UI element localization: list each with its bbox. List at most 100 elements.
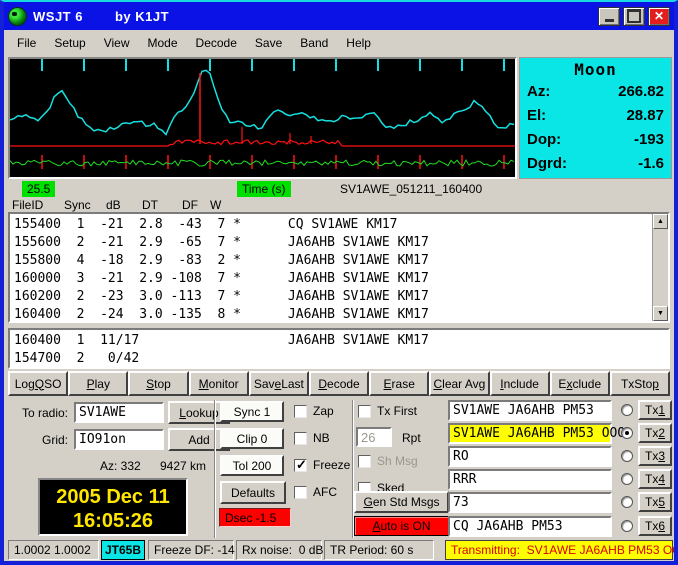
erase-button[interactable]: Erase: [369, 371, 430, 396]
decode-row: 155600 2 -21 2.9 -65 7 * JA6AHB SV1AWE K…: [14, 235, 429, 250]
sh-msg-checkbox[interactable]: Sh Msg: [358, 454, 418, 468]
decode-button[interactable]: Decode: [308, 371, 370, 396]
tx6-radio[interactable]: [621, 520, 633, 532]
checkbox-box[interactable]: [294, 485, 307, 499]
menu-view[interactable]: View: [95, 33, 139, 53]
moon-az-value: 266.82: [618, 83, 664, 100]
tx2-radio[interactable]: [621, 427, 633, 439]
to-radio-input[interactable]: SV1AWE: [74, 402, 164, 423]
moon-dop-value: -193: [633, 131, 664, 148]
stop-button[interactable]: Stop: [128, 371, 189, 396]
log-qso-button[interactable]: Log Q SO: [8, 371, 69, 396]
tx2-button[interactable]: Tx 2: [638, 423, 672, 443]
decode-row: 160400 2 -24 3.0 -135 8 * JA6AHB SV1AWE …: [14, 307, 429, 322]
tol-button[interactable]: Tol 200: [220, 455, 284, 476]
sync-button[interactable]: Sync 1: [220, 401, 284, 422]
tx4-button[interactable]: Tx 4: [638, 469, 672, 489]
auto-button[interactable]: Auto is ON: [354, 516, 449, 536]
freeze-label: Freeze: [313, 458, 351, 472]
tx6-message-input[interactable]: CQ JA6AHB PM53: [448, 516, 612, 537]
distance-value: 9427 km: [160, 459, 207, 473]
monitor-button[interactable]: Monitor: [188, 371, 249, 396]
tx-first-label: Tx First: [377, 404, 417, 418]
minimize-button[interactable]: [598, 6, 620, 26]
tx5-message-input[interactable]: 73: [448, 492, 612, 513]
scroll-down-icon[interactable]: ▼: [653, 306, 668, 321]
zap-checkbox[interactable]: Zap: [294, 404, 334, 418]
clear-avg-button[interactable]: Clear Avg: [429, 371, 490, 396]
tx3-button[interactable]: Tx 3: [638, 446, 672, 466]
txstop-button[interactable]: TxSto p: [609, 371, 671, 396]
nb-label: NB: [313, 431, 330, 445]
defaults-button[interactable]: Defaults: [220, 481, 286, 504]
globe-icon[interactable]: [8, 6, 27, 26]
tx1-message-input[interactable]: SV1AWE JA6AHB PM53: [448, 400, 612, 421]
checkbox-box[interactable]: [294, 431, 307, 445]
gen-std-msgs-button[interactable]: Gen Std Msgs: [354, 491, 449, 513]
spectrum-display[interactable]: [8, 57, 517, 179]
wsjt-window: WSJT 6 by K1JT File Setup View Mode Deco…: [0, 0, 678, 565]
freeze-checkbox[interactable]: Freeze: [294, 457, 351, 473]
menu-band[interactable]: Band: [291, 33, 337, 53]
close-button[interactable]: [648, 6, 670, 26]
wav-file-name: SV1AWE_051211_160400: [340, 182, 483, 196]
tx3-message-input[interactable]: RO: [448, 446, 612, 467]
moon-dop-label: Dop:: [527, 131, 562, 148]
decode-output[interactable]: 155400 1 -21 2.8 -43 7 * CQ SV1AWE KM17 …: [8, 212, 670, 323]
spectrum-traces: [10, 59, 515, 177]
checkbox-box[interactable]: [358, 454, 371, 468]
tx4-radio[interactable]: [621, 473, 633, 485]
tx6-button[interactable]: Tx 6: [638, 516, 672, 536]
average-output[interactable]: 160400 1 11/17 JA6AHB SV1AWE KM17 154700…: [8, 328, 670, 369]
tx4-message-input[interactable]: RRR: [448, 469, 612, 490]
tx5-button[interactable]: Tx 5: [638, 492, 672, 512]
grid-label: Grid:: [41, 433, 68, 447]
col-fileid: FileID: [12, 198, 44, 212]
col-df: DF: [182, 198, 198, 212]
moon-dgrd-label: Dgrd:: [527, 155, 567, 172]
decode-scrollbar[interactable]: ▲ ▼: [652, 214, 668, 321]
tx1-button[interactable]: Tx 1: [638, 400, 672, 420]
menu-mode[interactable]: Mode: [139, 33, 187, 53]
to-radio-label: To radio:: [21, 406, 68, 420]
tx5-radio[interactable]: [621, 496, 633, 508]
grid-input[interactable]: IO91on: [74, 429, 164, 450]
tx-first-checkbox[interactable]: Tx First: [358, 404, 417, 418]
menu-decode[interactable]: Decode: [187, 33, 246, 53]
clock-time: 16:05:26: [72, 510, 154, 532]
dsec-indicator: Dsec -1.5: [219, 508, 291, 527]
exclude-button[interactable]: Ex clude: [549, 371, 610, 396]
menu-file[interactable]: File: [8, 33, 45, 53]
moon-dgrd-value: -1.6: [638, 155, 664, 172]
clock-date: 2005 Dec 11: [56, 486, 170, 508]
save-last-button[interactable]: Sav e Last: [248, 371, 309, 396]
menu-help[interactable]: Help: [337, 33, 380, 53]
afc-checkbox[interactable]: AFC: [294, 485, 337, 499]
moon-title: Moon: [574, 60, 617, 79]
checkbox-box[interactable]: [294, 457, 307, 473]
checkbox-box[interactable]: [294, 404, 307, 418]
rpt-input[interactable]: 26: [356, 427, 392, 447]
tr-period-indicator: TR Period: 60 s: [324, 540, 434, 560]
menu-save[interactable]: Save: [246, 33, 291, 53]
maximize-button[interactable]: [623, 6, 645, 26]
play-button[interactable]: Play: [68, 371, 129, 396]
clip-button[interactable]: Clip 0: [220, 428, 284, 449]
moon-az-label: Az:: [527, 83, 551, 100]
scroll-up-icon[interactable]: ▲: [653, 214, 668, 229]
tx1-radio[interactable]: [621, 404, 633, 416]
col-db: dB: [106, 198, 121, 212]
include-button[interactable]: Include: [489, 371, 550, 396]
tx3-radio[interactable]: [621, 450, 633, 462]
sh-msg-label: Sh Msg: [377, 454, 418, 468]
tx2-message-input[interactable]: SV1AWE JA6AHB PM53 OOO: [448, 423, 625, 444]
decode-row: 155400 1 -21 2.8 -43 7 * CQ SV1AWE KM17: [14, 217, 398, 232]
menu-setup[interactable]: Setup: [45, 33, 94, 53]
rx-noise-indicator: Rx noise: 0 dB: [236, 540, 323, 560]
title-bar: WSJT 6 by K1JT: [4, 2, 674, 30]
checkbox-box[interactable]: [358, 404, 371, 418]
zap-label: Zap: [313, 404, 334, 418]
nb-checkbox[interactable]: NB: [294, 431, 330, 445]
menu-bar: File Setup View Mode Decode Save Band He…: [4, 30, 674, 56]
utc-clock: 2005 Dec 11 16:05:26: [38, 478, 188, 536]
